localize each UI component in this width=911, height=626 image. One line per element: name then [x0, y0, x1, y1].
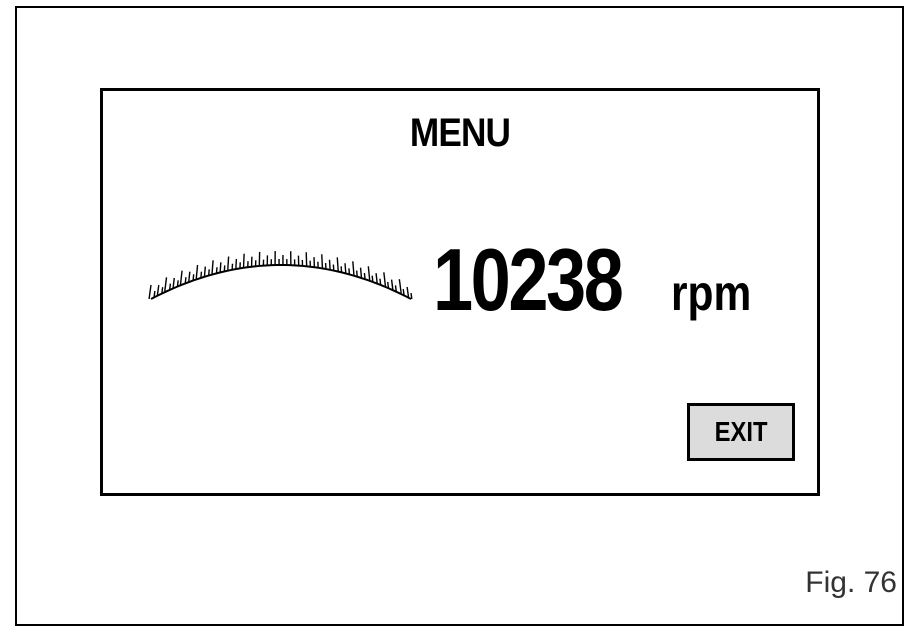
gauge-tick: [228, 257, 229, 271]
gauge-tick: [353, 261, 354, 275]
gauge-tick: [384, 272, 386, 286]
gauge-tick: [165, 277, 167, 291]
gauge-tick: [361, 268, 362, 278]
gauge-tick: [196, 265, 197, 279]
menu-title: MENU: [146, 111, 774, 156]
gauge-tick: [157, 285, 158, 295]
gauge-tick: [337, 257, 338, 271]
rpm-gauge-arc: [147, 251, 415, 321]
gauge-tick: [189, 272, 190, 282]
gauge-tick: [204, 267, 205, 277]
gauge-tick: [180, 271, 182, 285]
gauge-tick: [220, 262, 221, 272]
gauge-tick: [236, 259, 237, 269]
exit-button[interactable]: EXIT: [687, 403, 795, 461]
gauge-tick: [345, 263, 346, 273]
display-screen: MENU 10238 rpm EXIT: [100, 88, 820, 496]
gauge-tick: [149, 285, 151, 299]
gauge-tick: [244, 254, 245, 268]
gauge-tick: [368, 266, 369, 280]
rpm-unit: rpm: [671, 268, 751, 318]
gauge-tick: [392, 280, 393, 290]
gauge-tick: [399, 279, 401, 293]
gauge-tick: [322, 254, 323, 268]
exit-button-label: EXIT: [715, 416, 768, 448]
gauge-tick: [376, 273, 377, 283]
figure-label: Fig. 76: [799, 566, 897, 600]
rpm-value: 10238: [433, 236, 621, 324]
gauge-tick: [407, 287, 408, 297]
gauge-baseline: [151, 265, 411, 299]
gauge-tick: [330, 260, 331, 270]
gauge-tick: [173, 278, 174, 288]
gauge-tick: [212, 260, 213, 274]
